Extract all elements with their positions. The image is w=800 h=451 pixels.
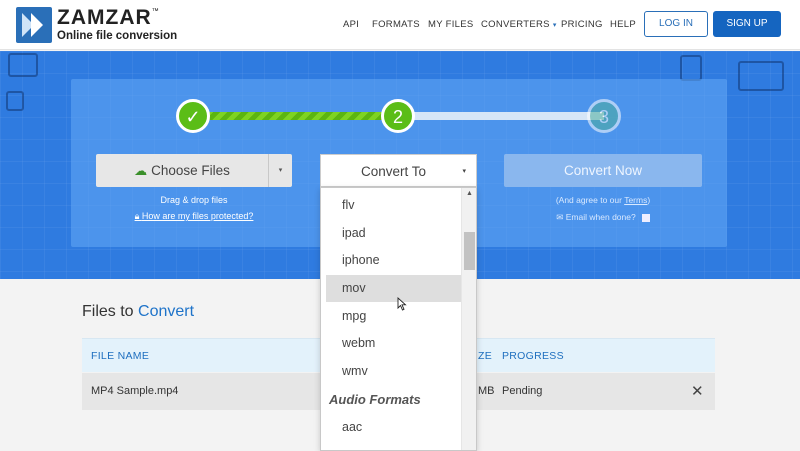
chevron-down-icon: ▾ [552,22,557,29]
nav-converters[interactable]: CONVERTERS ▾ [481,19,557,30]
convert-to-dropdown-list: flv ipad iphone mov mpg webm wmv Audio F… [320,187,477,451]
choose-files-dropdown-toggle[interactable]: ▾ [268,154,292,187]
login-button[interactable]: LOG IN [644,11,708,37]
decor-file-icon [6,91,24,111]
scroll-up-arrow-icon[interactable]: ▲ [462,190,476,197]
option-wmv[interactable]: wmv [326,358,461,385]
column-size: ZE [478,350,493,362]
envelope-icon: ✉ [556,212,566,222]
file-name-cell: MP4 Sample.mp4 [91,385,179,397]
chevron-down-icon: ▾ [462,168,466,175]
option-mov[interactable]: mov [326,275,461,302]
email-checkbox[interactable] [641,213,650,222]
progress-bar-remaining [398,112,604,120]
column-progress: PROGRESS [502,350,564,362]
cloud-upload-icon: ☁ [134,163,148,178]
files-protected-link[interactable]: 🔒︎ How are my files protected? [96,211,292,222]
terms-agreement: (And agree to our Terms) [555,195,651,205]
choose-files-group: ☁ Choose Files ▾ [96,154,292,187]
signup-button[interactable]: SIGN UP [713,11,781,37]
nav-formats[interactable]: FORMATS [372,19,420,30]
nav-help[interactable]: HELP [610,19,636,30]
option-iphone[interactable]: iphone [326,247,461,274]
scrollbar-thumb[interactable] [464,232,475,270]
step-3-indicator: 3 [587,99,621,133]
convert-now-button[interactable]: Convert Now [504,154,702,187]
dropdown-scrollbar[interactable]: ▲ [461,188,476,450]
nav-my-files[interactable]: MY FILES [428,19,474,30]
option-webm[interactable]: webm [326,330,461,357]
group-audio-formats: Audio Formats [329,392,421,407]
nav-pricing[interactable]: PRICING [561,19,603,30]
decor-document-icon [680,55,702,81]
zamzar-logo-icon[interactable] [16,7,52,43]
option-flv[interactable]: flv [326,192,461,219]
nav-api[interactable]: API [343,19,359,30]
convert-to-select[interactable]: Convert To ▾ [320,154,477,187]
option-ipad[interactable]: ipad [326,220,461,247]
step-1-indicator: ✓ [176,99,210,133]
file-progress-cell: Pending [502,385,543,397]
drag-drop-hint: Drag & drop files [160,195,228,205]
decor-video-icon [8,53,38,77]
option-aac[interactable]: aac [326,414,461,441]
email-when-done: ✉ Email when done? [504,212,702,223]
site-header: ZAMZAR™ Online file conversion API FORMA… [0,0,800,50]
terms-link[interactable]: Terms [624,195,647,205]
decor-laptop-icon [738,61,784,91]
files-section-title: Files to Convert [82,303,195,320]
mouse-cursor-icon [397,297,407,311]
progress-bar-complete [192,112,398,120]
brand-tagline: Online file conversion [57,30,178,42]
choose-files-button[interactable]: ☁ Choose Files [96,154,268,187]
file-size-cell: MB [478,385,495,397]
step-2-indicator: 2 [381,99,415,133]
option-mpg[interactable]: mpg [326,303,461,330]
lock-icon: 🔒︎ [134,211,142,221]
column-file-name: FILE NAME [91,350,150,362]
close-icon[interactable]: ✕ [691,382,704,400]
brand-name[interactable]: ZAMZAR™ [57,6,160,30]
